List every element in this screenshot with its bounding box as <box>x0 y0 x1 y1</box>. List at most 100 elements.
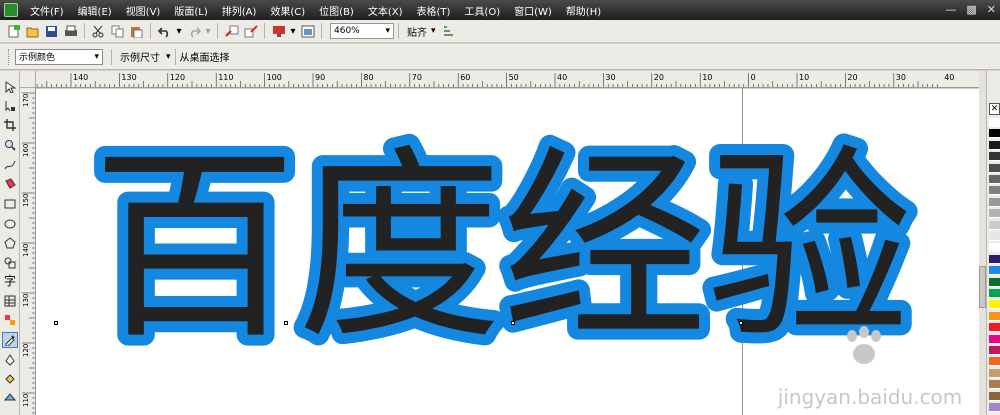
color-swatch[interactable] <box>989 300 1000 310</box>
freehand-tool-icon[interactable] <box>2 157 18 173</box>
color-swatch[interactable] <box>989 243 1000 253</box>
polygon-tool-icon[interactable] <box>2 235 18 251</box>
color-swatch[interactable] <box>989 118 1000 127</box>
scrollbar-thumb[interactable] <box>979 266 986 308</box>
color-swatch[interactable] <box>989 129 1000 139</box>
menu-item[interactable]: 效果(C) <box>262 3 311 18</box>
redo-icon[interactable] <box>185 23 202 40</box>
basic-shapes-tool-icon[interactable] <box>2 255 18 271</box>
selection-handle[interactable] <box>54 321 58 325</box>
color-swatch[interactable] <box>989 175 1000 184</box>
options-icon[interactable] <box>440 23 457 40</box>
color-swatch[interactable] <box>989 152 1000 162</box>
menu-item[interactable]: 帮助(H) <box>558 3 607 18</box>
color-swatch[interactable] <box>989 209 1000 219</box>
selection-handle[interactable] <box>739 321 743 325</box>
interactive-fill-tool-icon[interactable] <box>2 390 18 406</box>
zoom-tool-icon[interactable] <box>2 137 18 153</box>
snap-to-menu[interactable]: 贴齐 <box>407 24 427 39</box>
crop-tool-icon[interactable] <box>2 117 18 133</box>
undo-dropdown-icon[interactable]: ▾ <box>175 23 183 40</box>
outline-pen-tool-icon[interactable] <box>2 352 18 368</box>
copy-icon[interactable] <box>109 23 126 40</box>
color-swatch[interactable] <box>989 266 1000 276</box>
rectangle-tool-icon[interactable] <box>2 196 18 212</box>
cut-icon[interactable] <box>90 23 107 40</box>
color-swatch[interactable] <box>989 311 1000 321</box>
open-folder-icon[interactable] <box>24 23 41 40</box>
menu-item[interactable]: 文本(X) <box>360 3 409 18</box>
ruler-tick-label: 0 <box>751 73 756 82</box>
print-icon[interactable] <box>62 23 79 40</box>
color-swatch[interactable] <box>989 334 1000 344</box>
table-tool-icon[interactable] <box>2 293 18 309</box>
color-swatch[interactable] <box>989 197 1000 207</box>
color-swatch[interactable] <box>989 368 1000 378</box>
blend-tool-icon[interactable] <box>2 312 18 328</box>
launcher-dropdown-icon[interactable]: ▾ <box>289 23 297 40</box>
no-color-swatch[interactable]: ✕ <box>989 103 1000 115</box>
color-swatch[interactable] <box>989 357 1000 367</box>
eyedropper-tool-icon[interactable] <box>2 332 18 348</box>
color-swatch[interactable] <box>989 277 1000 287</box>
color-swatch[interactable] <box>989 289 1000 298</box>
export-icon[interactable] <box>242 23 259 40</box>
menu-item[interactable]: 排列(A) <box>214 3 263 18</box>
ruler-tick-label: 150 <box>22 194 30 207</box>
color-swatch[interactable] <box>989 323 1000 333</box>
color-swatch[interactable] <box>989 186 1000 196</box>
color-swatch[interactable] <box>989 346 1000 355</box>
menu-item[interactable]: 编辑(E) <box>70 3 118 18</box>
menu-item[interactable]: 工具(O) <box>456 3 506 18</box>
import-icon[interactable] <box>223 23 240 40</box>
select-from-desktop-button[interactable]: 从桌面选择 <box>180 49 230 64</box>
smart-fill-tool-icon[interactable] <box>2 176 18 192</box>
vertical-ruler[interactable]: 170 160 150 140 130 120 110 <box>20 88 36 415</box>
color-swatch[interactable] <box>989 254 1000 264</box>
new-document-icon[interactable] <box>5 23 22 40</box>
vertical-scrollbar[interactable] <box>979 71 986 415</box>
welcome-screen-icon[interactable] <box>299 23 316 40</box>
color-swatch[interactable] <box>989 220 1000 230</box>
chevron-down-icon[interactable]: ▾ <box>166 52 171 62</box>
menu-item[interactable]: 版面(L) <box>166 3 213 18</box>
ruler-tick-label: 170 <box>22 94 30 107</box>
menu-item[interactable]: 视图(V) <box>118 3 167 18</box>
close-icon[interactable]: ✕ <box>987 3 996 16</box>
restore-icon[interactable]: ▩ <box>966 3 976 16</box>
redo-dropdown-icon[interactable]: ▾ <box>204 23 212 40</box>
save-icon[interactable] <box>43 23 60 40</box>
shape-tool-icon[interactable] <box>2 98 18 114</box>
selection-handle[interactable] <box>511 321 515 325</box>
undo-icon[interactable] <box>156 23 173 40</box>
menu-item[interactable]: 窗口(W) <box>506 3 558 18</box>
ellipse-tool-icon[interactable] <box>2 216 18 232</box>
horizontal-ruler[interactable]: 140 130 120 110 100 90 80 70 60 50 40 30 20 10 0 10 20 30… <box>36 71 979 88</box>
application-launcher-icon[interactable] <box>270 23 287 40</box>
color-swatch[interactable] <box>989 391 1000 401</box>
minimize-icon[interactable]: — <box>945 3 956 16</box>
color-swatch[interactable] <box>989 163 1000 173</box>
artwork[interactable]: 百度经验 百度经验 <box>36 88 979 415</box>
zoom-level-select[interactable]: 460% ▾ <box>330 23 394 39</box>
menu-item[interactable]: 位图(B) <box>311 3 360 18</box>
menu-item[interactable]: 文件(F) <box>22 3 70 18</box>
toolbar-grip[interactable] <box>8 48 11 65</box>
menu-item[interactable]: 表格(T) <box>409 3 457 18</box>
color-swatch[interactable] <box>989 403 1000 412</box>
ruler-origin[interactable] <box>20 71 36 88</box>
color-swatch[interactable] <box>989 380 1000 390</box>
selection-handle[interactable] <box>284 321 288 325</box>
artwork-text[interactable]: 百度经验 <box>92 129 912 367</box>
fill-tool-icon[interactable] <box>2 371 18 387</box>
paste-icon[interactable] <box>128 23 145 40</box>
pick-tool-icon[interactable] <box>2 79 18 95</box>
sample-size-button[interactable]: 示例尺寸 <box>120 49 160 64</box>
sample-color-select[interactable]: 示例颜色 ▾ <box>15 48 103 65</box>
drawing-canvas[interactable]: 百度经验 百度经验 jingyan.baidu.com <box>36 88 979 415</box>
chevron-down-icon[interactable]: ▾ <box>431 26 436 36</box>
color-swatch[interactable] <box>989 232 1000 241</box>
text-tool-icon[interactable]: 字 <box>2 272 18 288</box>
toolbar-separator <box>321 23 322 39</box>
color-swatch[interactable] <box>989 140 1000 150</box>
